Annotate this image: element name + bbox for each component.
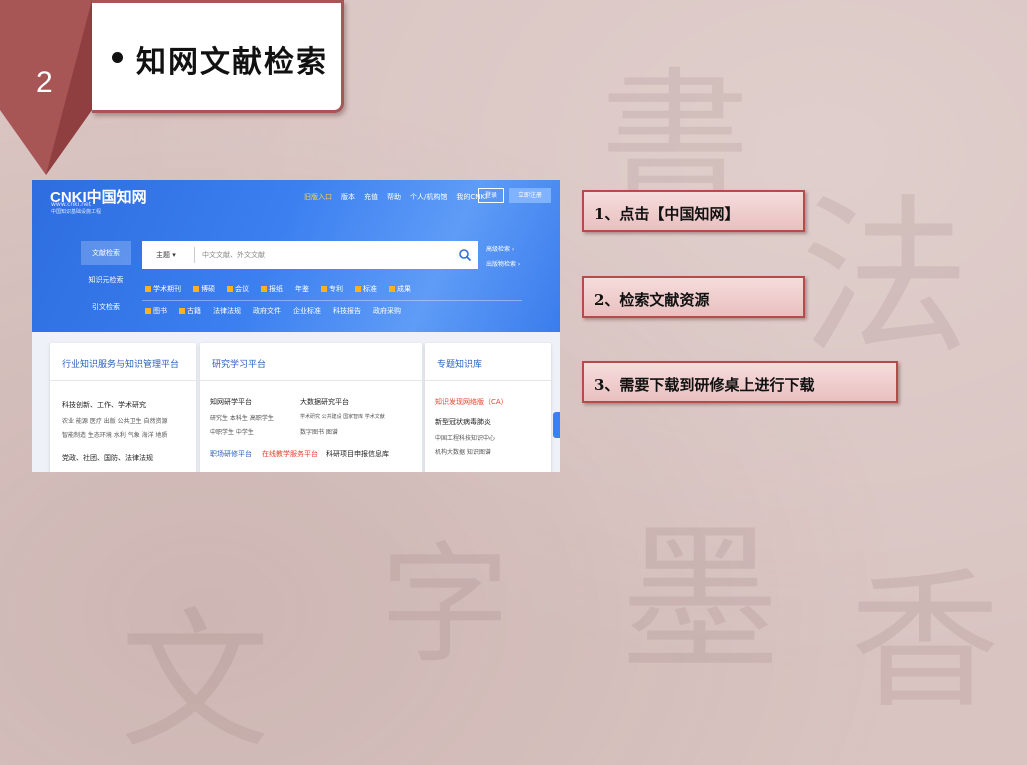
advanced-search-link[interactable]: 高级检索 › [486,244,520,253]
card-line[interactable]: 大数据研究平台 [300,397,349,407]
search-scope-select[interactable]: 主题 ▾ [156,250,176,260]
checkbox-divider [142,300,522,301]
card-divider [425,380,551,381]
checkbox-ancient-book[interactable]: 古籍 [179,306,201,316]
tab-citation-search[interactable]: 引文检索 [81,295,131,319]
checkbox-row: 学术期刊 博硕 会议 报纸 年鉴 专利 标准 成果 [145,284,525,294]
title-box: 知网文献检索 [92,0,344,113]
checkbox-thesis[interactable]: 博硕 [193,284,215,294]
card-line[interactable]: 在线教学服务平台 [262,449,318,459]
cnki-screenshot: CNKI中国知网 www.cnki.net 中国知识基础设施工程 旧版入口 版本… [32,180,560,472]
publication-search-link[interactable]: 出版物检索 › [486,259,520,268]
checkbox-newspaper[interactable]: 报纸 [261,284,283,294]
card-line[interactable]: 农业 能源 医疗 出版 公共卫生 自然资源 [62,416,168,425]
background-calligraphy: 香 [850,555,1001,729]
checkbox-gov-purchase[interactable]: 政府采购 [373,306,401,316]
nav-old-version[interactable]: 旧版入口 [304,192,332,202]
checkbox-gov-doc[interactable]: 政府文件 [253,306,281,316]
background-calligraphy: 字 [380,529,511,681]
bullet-icon [112,52,123,63]
card-line[interactable]: 数字图书 图谱 [300,427,338,436]
checkbox-achievement[interactable]: 成果 [389,284,411,294]
card-title[interactable]: 研究学习平台 [212,357,266,370]
checkbox-enterprise-standard[interactable]: 企业标准 [293,306,321,316]
card-line[interactable]: 职场研修平台 [210,449,252,459]
card-industry-services: 行业知识服务与知识管理平台 科技创新、工作、学术研究 农业 能源 医疗 出版 公… [50,343,196,472]
nav-help[interactable]: 帮助 [387,192,401,202]
tab-literature-search[interactable]: 文献检索 [81,241,131,265]
step-1-text: 1、点击【中国知网】 [594,205,740,223]
resource-checkboxes: 学术期刊 博硕 会议 报纸 年鉴 专利 标准 成果 图书 古籍 法律法规 政府文… [145,284,525,328]
search-placeholder: 中文文献、外文文献 [202,251,265,259]
checkbox-conference[interactable]: 会议 [227,284,249,294]
card-line[interactable]: 知网研学平台 [210,397,252,407]
card-line[interactable]: 新型冠状病毒肺炎 [435,417,491,427]
card-line[interactable]: 科研项目申报信息库 [326,449,389,459]
slide-number: 2 [36,66,53,99]
card-divider [50,380,196,381]
step-1-label: 1、点击【中国知网】 [582,190,805,232]
register-button[interactable]: 立即注册 [509,188,551,203]
slide-title: 知网文献检索 [136,45,328,80]
checkbox-book[interactable]: 图书 [145,306,167,316]
card-special-knowledge: 专题知识库 知识发现网络版（CA） 新型冠状病毒肺炎 中国工程科技知识中心 机构… [425,343,551,472]
nav-institution[interactable]: 个人/机构馆 [410,192,447,202]
login-button[interactable]: 登录 [478,188,504,203]
card-title[interactable]: 专题知识库 [437,357,482,370]
cnki-tagline: 中国知识基础设施工程 [51,209,102,215]
card-divider [200,380,422,381]
cnki-header-area: CNKI中国知网 www.cnki.net 中国知识基础设施工程 旧版入口 版本… [32,180,560,332]
nav-version[interactable]: 版本 [341,192,355,202]
tab-knowledge-search[interactable]: 知识元检索 [81,268,131,292]
card-line[interactable]: 智能制造 生态环境 水利 气象 海洋 地质 [62,430,168,439]
checkbox-standard[interactable]: 标准 [355,284,377,294]
card-line[interactable]: 研究生 本科生 高职学生 [210,413,274,422]
card-line[interactable]: 中职学生 中学生 [210,427,254,436]
card-line[interactable]: 知识发现网络版（CA） [435,397,508,407]
card-line[interactable]: 中国工程科技知识中心 [435,433,495,442]
checkbox-yearbook[interactable]: 年鉴 [295,284,309,294]
step-3-label: 3、需要下载到研修桌上进行下载 [582,361,898,403]
card-title[interactable]: 行业知识服务与知识管理平台 [62,357,179,370]
card-line: 科技创新、工作、学术研究 [62,401,146,409]
search-type-tabs: 文献检索 知识元检索 引文检索 [81,241,131,322]
checkbox-patent[interactable]: 专利 [321,284,343,294]
step-2-text: 2、检索文献资源 [594,291,710,309]
background-calligraphy: 法 [800,180,971,378]
card-line[interactable]: 机构大数据 知识图谱 [435,447,491,456]
advanced-links: 高级检索 › 出版物检索 › [486,244,520,274]
background-calligraphy: 墨 [620,506,781,693]
step-3-text: 3、需要下载到研修桌上进行下载 [594,376,815,394]
checkbox-row: 图书 古籍 法律法规 政府文件 企业标准 科技报告 政府采购 [145,306,525,316]
checkbox-journal[interactable]: 学术期刊 [145,284,181,294]
step-2-label: 2、检索文献资源 [582,276,805,318]
search-divider [194,247,195,263]
nav-recharge[interactable]: 充值 [364,192,378,202]
checkbox-tech-report[interactable]: 科技报告 [333,306,361,316]
cnki-url: www.cnki.net [51,201,92,208]
card-research-learning: 研究学习平台 知网研学平台 研究生 本科生 高职学生 中职学生 中学生 大数据研… [200,343,422,472]
search-input[interactable]: 主题 ▾ 中文文献、外文文献 [142,241,478,269]
cnki-top-nav: 旧版入口 版本 充值 帮助 个人/机构馆 我的CNKI [304,192,487,202]
card-line[interactable]: 学术研究 公共建设 国家智库 学术文献 [300,413,385,420]
background-calligraphy: 文 [120,595,271,765]
card-line: 党政、社团、国防、法律法规 [62,454,153,462]
search-icon[interactable] [458,248,472,262]
side-float-tab[interactable] [553,412,560,438]
checkbox-law[interactable]: 法律法规 [213,306,241,316]
